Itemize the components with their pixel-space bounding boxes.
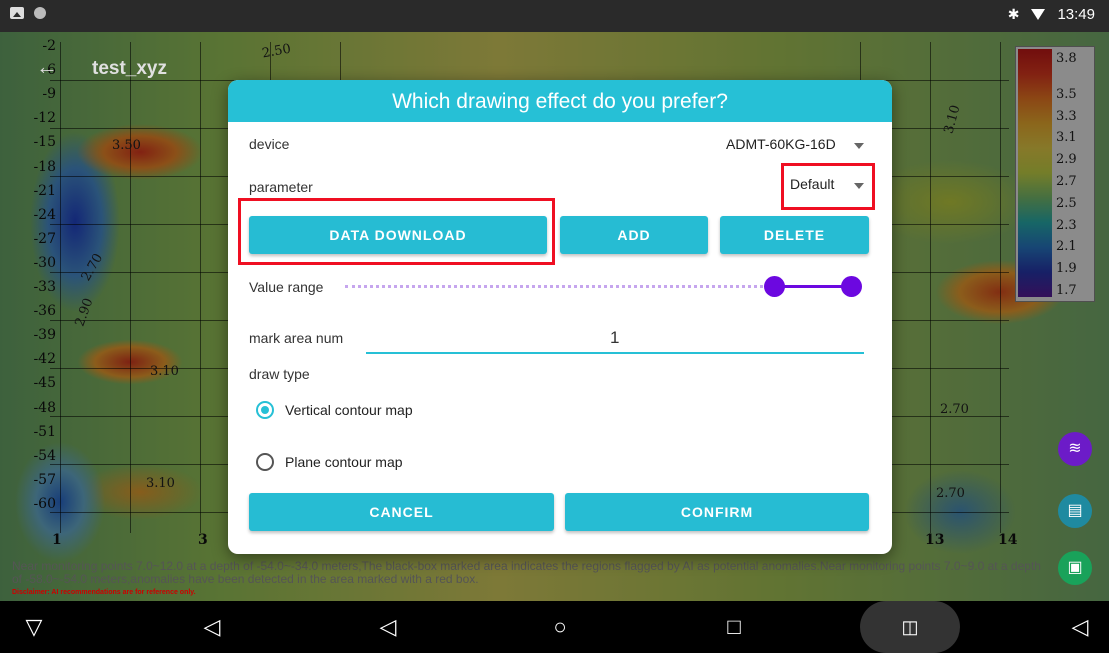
bluetooth-icon: ✱ (1007, 6, 1020, 22)
plane-contour-label: Plane contour map (285, 454, 403, 470)
save-icon: ▣ (1067, 559, 1083, 576)
recents-icon[interactable]: □ (714, 609, 754, 645)
dialog-title: Which drawing effect do you prefer? (228, 80, 892, 122)
save-button[interactable]: ▣ (1058, 551, 1092, 585)
device-dropdown[interactable]: ADMT-60KG-16D (718, 130, 868, 158)
parameter-label: parameter (249, 179, 313, 195)
chevron-down-icon (854, 143, 864, 149)
parameter-value: Default (790, 176, 835, 192)
sliders-icon: ≋ (1068, 440, 1082, 457)
chevron-down-icon (854, 183, 864, 189)
slider-thumb-high[interactable] (841, 276, 862, 297)
add-button[interactable]: ADD (560, 216, 708, 254)
document-button[interactable]: ▤ (1058, 494, 1092, 528)
document-icon: ▤ (1067, 502, 1083, 519)
screenshot-icon[interactable]: ◫ (890, 609, 930, 645)
mark-area-underline (366, 352, 864, 354)
confirm-button[interactable]: CONFIRM (565, 493, 869, 531)
vertical-contour-label: Vertical contour map (285, 402, 413, 418)
parameter-dropdown[interactable]: Default (784, 166, 866, 201)
home-icon[interactable]: ○ (540, 609, 580, 645)
device-label: device (249, 136, 290, 152)
map-title: test_xyz (92, 58, 167, 79)
cancel-button[interactable]: CANCEL (249, 493, 554, 531)
wifi-icon (1031, 9, 1046, 20)
settings-sliders-button[interactable]: ≋ (1058, 432, 1092, 466)
analysis-footnote: Near monitoring points 7.0~12.0 at a dep… (12, 559, 1041, 586)
radio-checked-icon (256, 401, 274, 419)
volume-down-icon[interactable]: ◁ (192, 609, 232, 645)
slider-thumb-low[interactable] (764, 276, 785, 297)
mark-area-label: mark area num (249, 330, 344, 346)
drawing-effect-dialog: Which drawing effect do you prefer? devi… (228, 80, 892, 554)
value-range-label: Value range (249, 279, 324, 295)
circle-notification-icon (34, 7, 46, 19)
status-time: 13:49 (1057, 6, 1095, 23)
volume-up-icon[interactable]: ◁ (1060, 609, 1100, 645)
radio-vertical-contour[interactable]: Vertical contour map (256, 398, 506, 424)
delete-button[interactable]: DELETE (720, 216, 869, 254)
mark-area-input[interactable]: 1 (610, 328, 619, 348)
data-download-button[interactable]: DATA DOWNLOAD (249, 216, 547, 254)
disclaimer-text: Disclaimer: AI recommendations are for r… (12, 589, 196, 596)
back-icon[interactable]: ◁ (368, 609, 408, 645)
draw-type-label: draw type (249, 366, 310, 382)
back-arrow-icon[interactable]: ← (36, 54, 58, 80)
slider-track (345, 285, 775, 288)
status-bar: ✱ 13:49 (0, 0, 1109, 32)
radio-plane-contour[interactable]: Plane contour map (256, 450, 506, 476)
nav-dropdown-icon[interactable]: ▽ (14, 609, 54, 645)
radio-unchecked-icon (256, 453, 274, 471)
device-value: ADMT-60KG-16D (726, 136, 836, 152)
system-nav-bar: ▽ ◁ ◁ ○ □ ◫ ◁ (0, 601, 1109, 653)
image-notification-icon (10, 7, 24, 19)
